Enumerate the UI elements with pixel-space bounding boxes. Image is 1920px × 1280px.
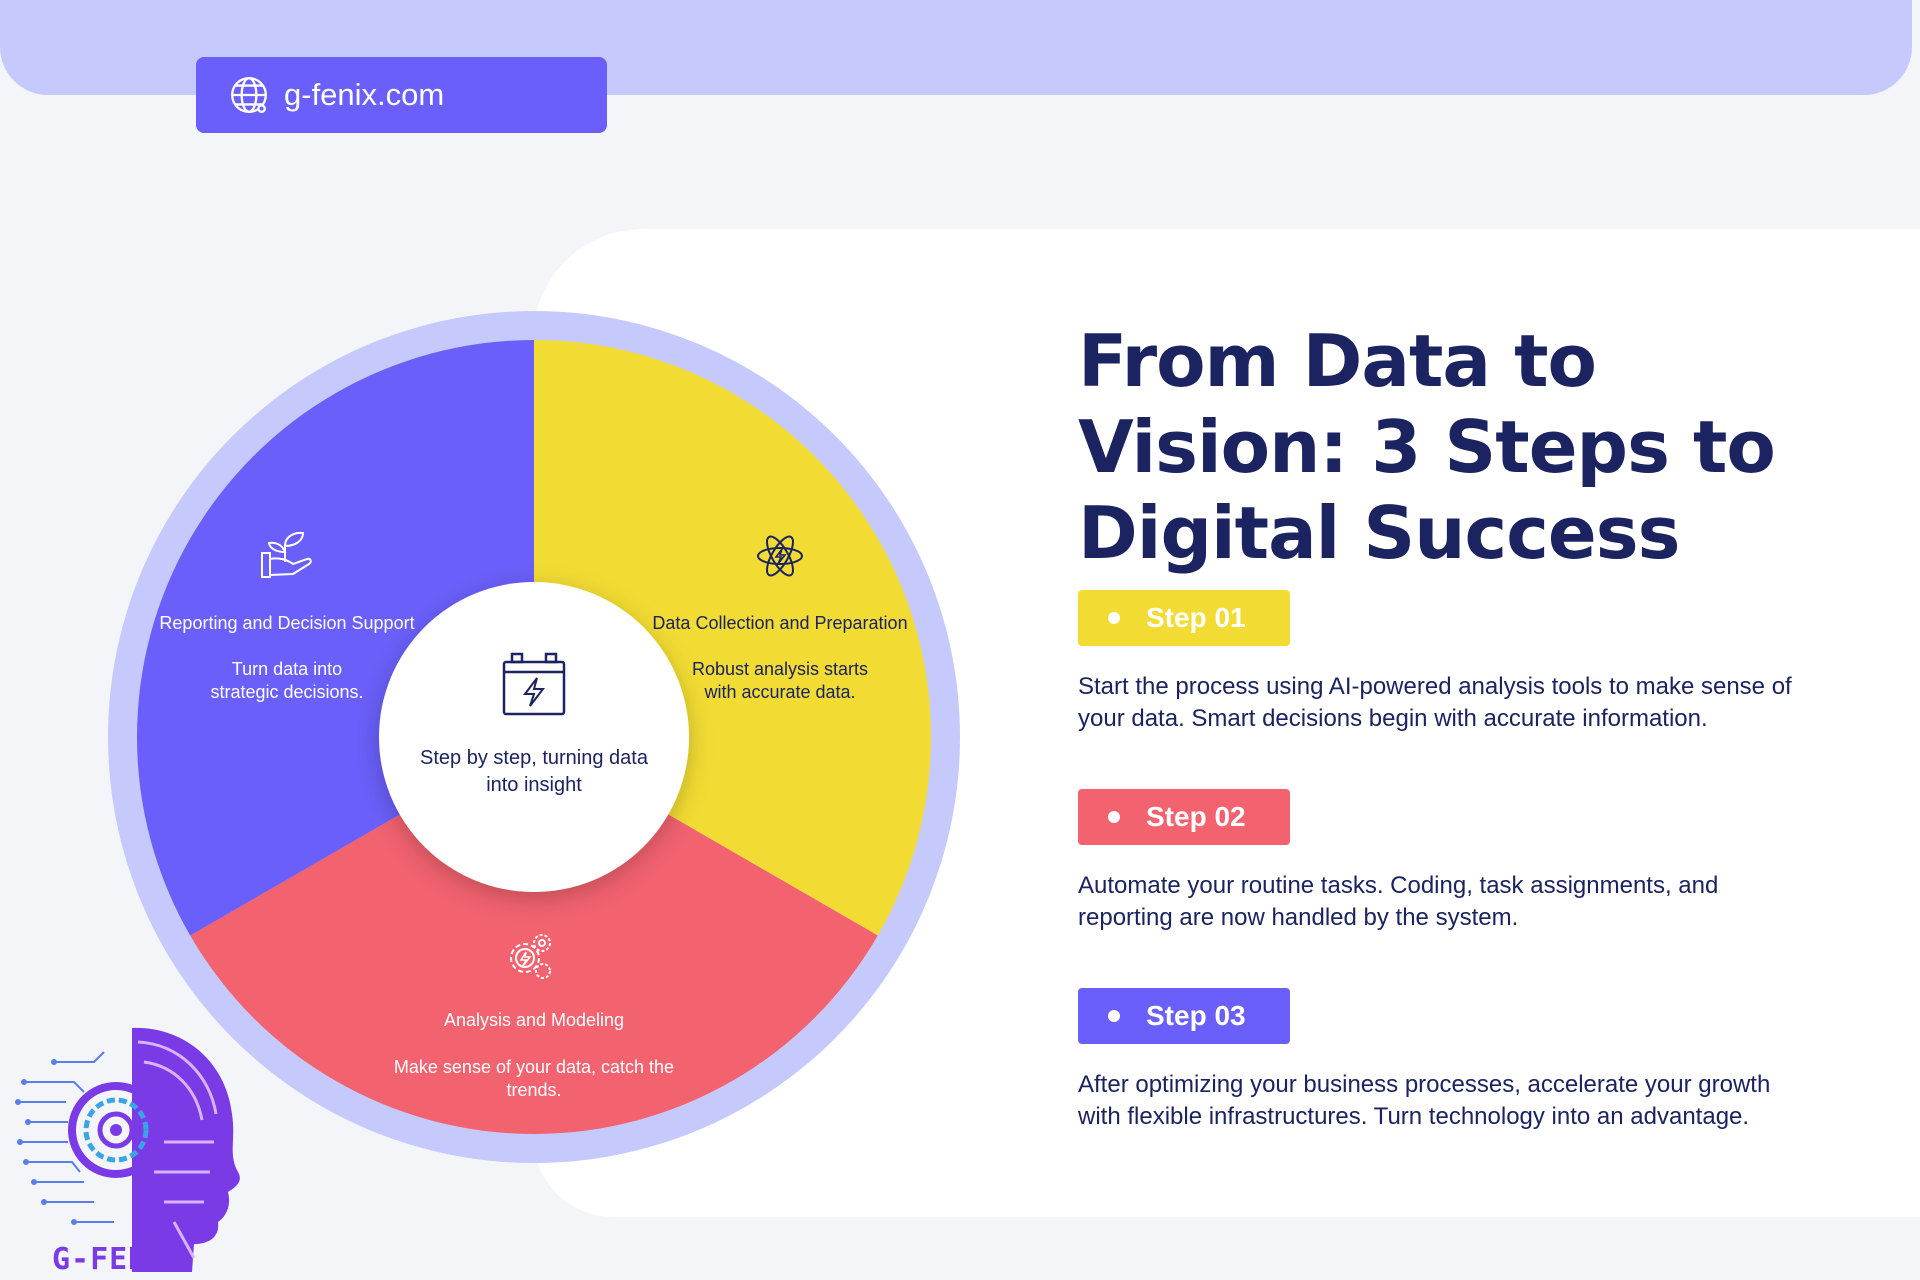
step-badge-03: Step 03: [1078, 988, 1290, 1044]
segment-desc-line-1: Make sense of your data, catch the: [394, 1057, 674, 1077]
logo-wordmark: G-FENIX: [52, 1242, 186, 1277]
step-badge-01: Step 01: [1078, 590, 1290, 646]
bullet-dot: [1108, 1010, 1120, 1022]
segment-desc-line-2: trends.: [506, 1080, 561, 1100]
segment-title-data-collection: Data Collection and Preparation: [652, 613, 907, 633]
step-label: Step 01: [1146, 602, 1246, 633]
segment-desc-line-1: Robust analysis starts: [692, 659, 868, 679]
center-hub: [379, 582, 689, 892]
segment-desc-line-2: strategic decisions.: [210, 682, 363, 702]
step-description-01: Start the process using AI-powered analy…: [1078, 673, 1792, 732]
page-title: From Data to Vision: 3 Steps to Digital …: [1078, 319, 1776, 575]
segment-title-reporting: Reporting and Decision Support: [159, 613, 414, 633]
step-description-03: After optimizing your business processes…: [1078, 1071, 1771, 1130]
center-text-line-2: into insight: [486, 774, 582, 796]
segment-title-analysis: Analysis and Modeling: [444, 1010, 624, 1030]
step-description-02: Automate your routine tasks. Coding, tas…: [1078, 872, 1719, 931]
segment-desc-line-1: Turn data into: [232, 659, 342, 679]
step-label: Step 02: [1146, 801, 1246, 832]
step-badge-02: Step 02: [1078, 789, 1290, 845]
bullet-dot: [1108, 612, 1120, 624]
center-text-line-1: Step by step, turning data: [420, 747, 649, 769]
bullet-dot: [1108, 811, 1120, 823]
step-label: Step 03: [1146, 1000, 1246, 1031]
segment-desc-line-2: with accurate data.: [703, 682, 855, 702]
